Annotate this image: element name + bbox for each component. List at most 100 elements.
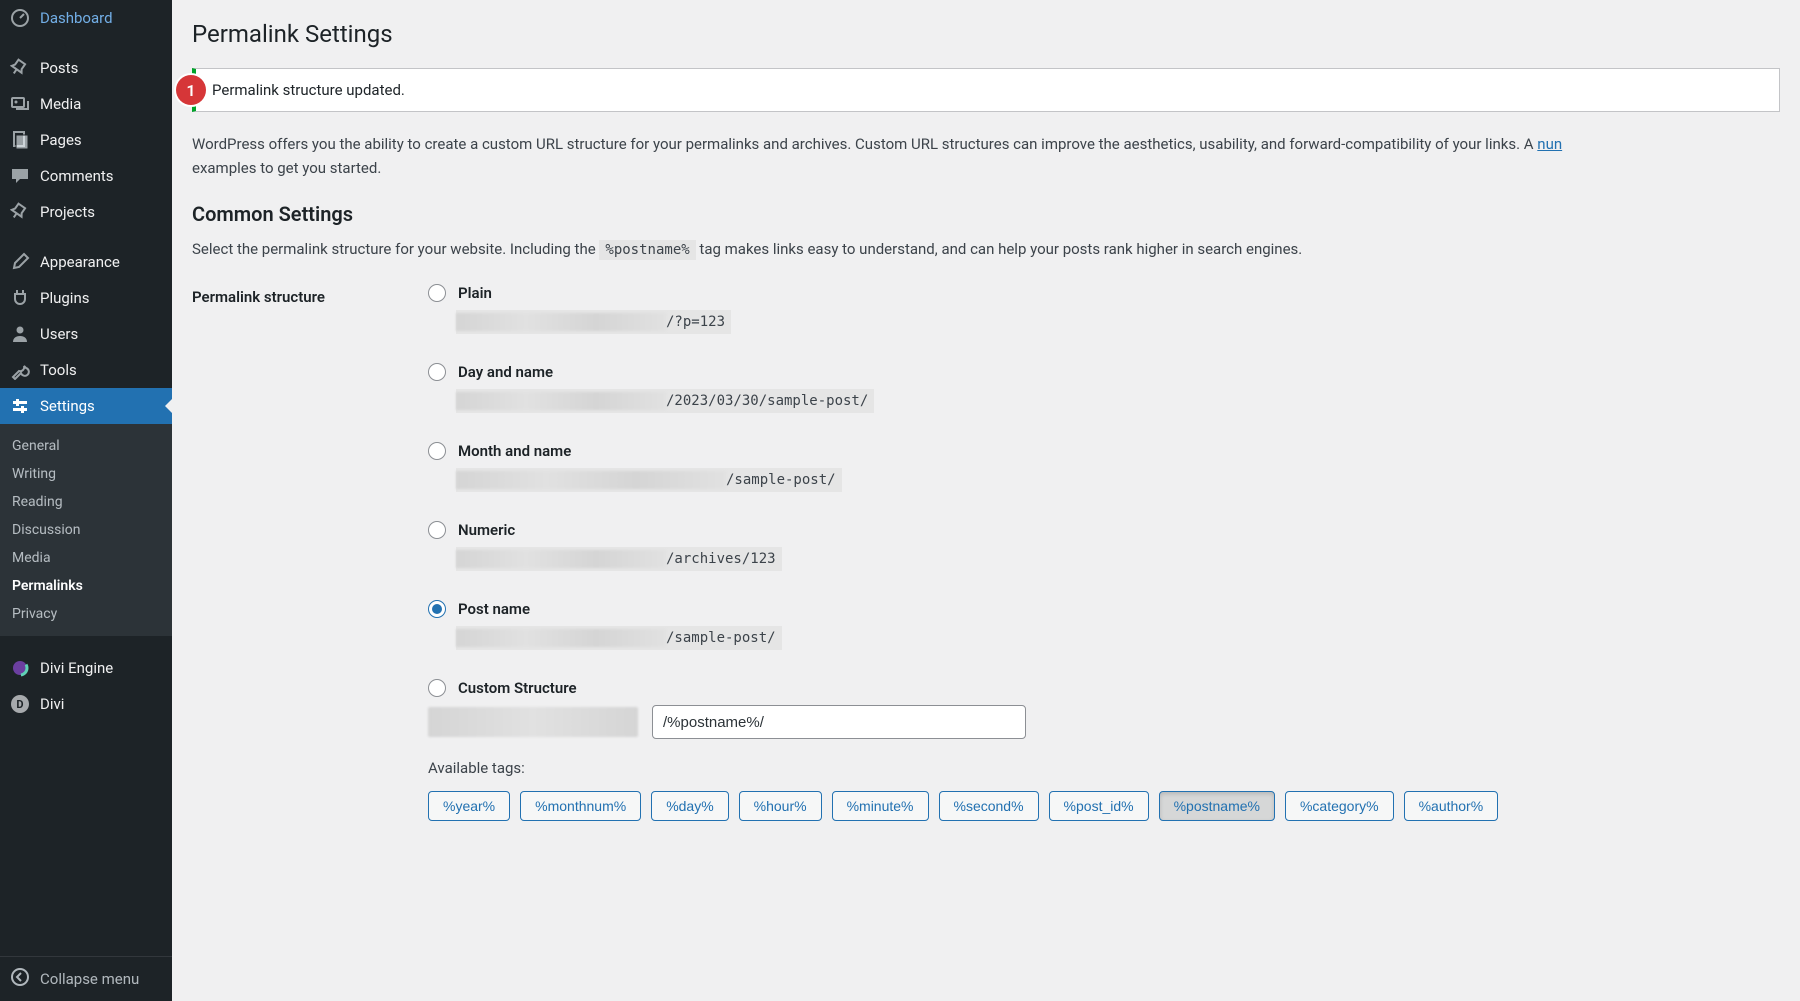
sidebar-item-divi-engine[interactable]: Divi Engine bbox=[0, 650, 172, 686]
sidebar-item-plugins[interactable]: Plugins bbox=[0, 280, 172, 316]
sidebar-item-label: Settings bbox=[40, 396, 95, 416]
sidebar-item-posts[interactable]: Posts bbox=[0, 50, 172, 86]
option-month-name: Month and name /sample-post/ bbox=[428, 442, 1780, 493]
sidebar-item-label: Divi Engine bbox=[40, 658, 113, 678]
subitem-discussion[interactable]: Discussion bbox=[0, 516, 172, 544]
available-tags-row: %year% %monthnum% %day% %hour% %minute% … bbox=[428, 791, 1780, 821]
radio-plain-input[interactable] bbox=[428, 284, 446, 302]
help-line: Select the permalink structure for your … bbox=[192, 240, 1780, 258]
radio-post-name-label: Post name bbox=[458, 600, 530, 618]
subitem-reading[interactable]: Reading bbox=[0, 488, 172, 516]
radio-month-name[interactable]: Month and name bbox=[428, 442, 1780, 460]
radio-post-name[interactable]: Post name bbox=[428, 600, 1780, 618]
radio-custom-input[interactable] bbox=[428, 679, 446, 697]
common-settings-heading: Common Settings bbox=[192, 202, 1780, 226]
annotation-badge: 1 bbox=[176, 75, 206, 105]
subitem-privacy[interactable]: Privacy bbox=[0, 600, 172, 628]
sidebar-item-pages[interactable]: Pages bbox=[0, 122, 172, 158]
media-icon bbox=[10, 94, 30, 114]
user-icon bbox=[10, 324, 30, 344]
collapse-icon bbox=[10, 967, 30, 991]
sidebar-item-label: Media bbox=[40, 94, 81, 114]
radio-month-name-input[interactable] bbox=[428, 442, 446, 460]
collapse-label: Collapse menu bbox=[40, 970, 139, 988]
radio-numeric-label: Numeric bbox=[458, 521, 515, 539]
tag-hour[interactable]: %hour% bbox=[739, 791, 822, 821]
blurred-host bbox=[456, 550, 666, 568]
page-icon bbox=[10, 130, 30, 150]
blurred-host bbox=[428, 707, 638, 737]
sidebar-item-divi[interactable]: D Divi bbox=[0, 686, 172, 722]
radio-custom-label: Custom Structure bbox=[458, 679, 577, 697]
example-numeric: /archives/123 bbox=[456, 547, 782, 571]
tag-monthnum[interactable]: %monthnum% bbox=[520, 791, 641, 821]
sidebar-item-label: Dashboard bbox=[40, 8, 113, 28]
radio-plain[interactable]: Plain bbox=[428, 284, 1780, 302]
radio-numeric[interactable]: Numeric bbox=[428, 521, 1780, 539]
option-day-name: Day and name /2023/03/30/sample-post/ bbox=[428, 363, 1780, 414]
radio-day-name-input[interactable] bbox=[428, 363, 446, 381]
option-custom: Custom Structure Available tags: %year% … bbox=[428, 679, 1780, 821]
sidebar-item-comments[interactable]: Comments bbox=[0, 158, 172, 194]
dashboard-icon bbox=[10, 8, 30, 28]
sidebar-item-appearance[interactable]: Appearance bbox=[0, 244, 172, 280]
subitem-writing[interactable]: Writing bbox=[0, 460, 172, 488]
option-numeric: Numeric /archives/123 bbox=[428, 521, 1780, 572]
svg-text:D: D bbox=[16, 698, 23, 711]
permalink-structure-label: Permalink structure bbox=[192, 284, 428, 306]
sidebar-item-label: Pages bbox=[40, 130, 82, 150]
notice-text: Permalink structure updated. bbox=[212, 81, 405, 99]
settings-submenu: General Writing Reading Discussion Media… bbox=[0, 424, 172, 636]
brush-icon bbox=[10, 252, 30, 272]
blurred-host bbox=[456, 392, 666, 410]
page-title: Permalink Settings bbox=[192, 10, 1780, 62]
collapse-menu-button[interactable]: Collapse menu bbox=[0, 956, 172, 1001]
subitem-media[interactable]: Media bbox=[0, 544, 172, 572]
tag-year[interactable]: %year% bbox=[428, 791, 510, 821]
sidebar-item-tools[interactable]: Tools bbox=[0, 352, 172, 388]
example-day-name: /2023/03/30/sample-post/ bbox=[456, 389, 874, 413]
radio-post-name-input[interactable] bbox=[428, 600, 446, 618]
option-post-name: Post name /sample-post/ bbox=[428, 600, 1780, 651]
example-plain: /?p=123 bbox=[456, 310, 731, 334]
settings-icon bbox=[10, 396, 30, 416]
wrench-icon bbox=[10, 360, 30, 380]
intro-link[interactable]: nun bbox=[1537, 135, 1562, 153]
available-tags-label: Available tags: bbox=[428, 759, 1780, 777]
comment-icon bbox=[10, 166, 30, 186]
tag-postname[interactable]: %postname% bbox=[1159, 791, 1275, 821]
custom-structure-input[interactable] bbox=[652, 705, 1026, 739]
tag-second[interactable]: %second% bbox=[939, 791, 1039, 821]
postname-tag-example: %postname% bbox=[599, 240, 695, 260]
sidebar-item-label: Divi bbox=[40, 694, 64, 714]
sidebar-item-label: Projects bbox=[40, 202, 95, 222]
divi-icon: D bbox=[10, 694, 30, 714]
radio-month-name-label: Month and name bbox=[458, 442, 571, 460]
tag-category[interactable]: %category% bbox=[1285, 791, 1394, 821]
tag-post-id[interactable]: %post_id% bbox=[1049, 791, 1149, 821]
sidebar-item-dashboard[interactable]: Dashboard bbox=[0, 0, 172, 36]
tag-author[interactable]: %author% bbox=[1404, 791, 1499, 821]
radio-day-name-label: Day and name bbox=[458, 363, 553, 381]
plug-icon bbox=[10, 288, 30, 308]
sidebar-item-label: Appearance bbox=[40, 252, 120, 272]
tag-day[interactable]: %day% bbox=[651, 791, 728, 821]
pin-icon bbox=[10, 58, 30, 78]
radio-custom[interactable]: Custom Structure bbox=[428, 679, 1780, 697]
radio-day-name[interactable]: Day and name bbox=[428, 363, 1780, 381]
sidebar-item-users[interactable]: Users bbox=[0, 316, 172, 352]
radio-numeric-input[interactable] bbox=[428, 521, 446, 539]
sidebar-item-media[interactable]: Media bbox=[0, 86, 172, 122]
example-month-name: /sample-post/ bbox=[456, 468, 842, 492]
subitem-permalinks[interactable]: Permalinks bbox=[0, 572, 172, 600]
blurred-host bbox=[456, 313, 666, 331]
blurred-host bbox=[456, 629, 666, 647]
blurred-host bbox=[456, 471, 726, 489]
tag-minute[interactable]: %minute% bbox=[832, 791, 929, 821]
sidebar-item-label: Posts bbox=[40, 58, 78, 78]
success-notice: 1 Permalink structure updated. bbox=[192, 68, 1780, 112]
sidebar-item-projects[interactable]: Projects bbox=[0, 194, 172, 230]
sidebar-item-settings[interactable]: Settings bbox=[0, 388, 172, 424]
main-content: Permalink Settings 1 Permalink structure… bbox=[172, 0, 1800, 1001]
subitem-general[interactable]: General bbox=[0, 432, 172, 460]
